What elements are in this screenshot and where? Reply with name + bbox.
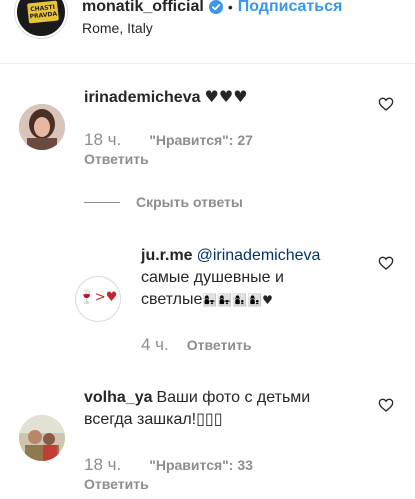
reply-button[interactable]: Ответить xyxy=(84,151,149,167)
comment-username[interactable]: volha_ya xyxy=(84,389,152,406)
comment-meta: 18 ч. "Нравится": 33 xyxy=(84,455,253,475)
comment-username[interactable]: ju.r.me xyxy=(141,247,193,264)
comment-text: irinademicheva ♥♥♥ xyxy=(84,86,248,109)
comment-emoji: 👩‍👧👩‍👧👩‍👦👩‍👦♥ xyxy=(202,293,273,307)
comment-line-3: светлые👩‍👧👩‍👧👩‍👦👩‍👦♥ xyxy=(141,289,371,311)
avatar-photo xyxy=(19,415,65,461)
comment-likes[interactable]: "Нравится": 27 xyxy=(149,132,253,148)
hide-replies-toggle[interactable]: Скрыть ответы xyxy=(84,192,243,212)
like-heart-icon[interactable] xyxy=(378,397,394,413)
profile-avatar[interactable]: CHASTI PRAVDA xyxy=(15,0,67,38)
like-heart-icon[interactable] xyxy=(378,255,394,271)
avatar-sign: CHASTI PRAVDA xyxy=(27,0,59,24)
avatar-sign-text: CHASTI PRAVDA xyxy=(29,3,58,21)
profile-username[interactable]: monatik_official xyxy=(82,0,204,16)
comment-line-1: ju.r.me @irinademicheva xyxy=(141,245,371,267)
reply-button[interactable]: Ответить xyxy=(187,337,252,353)
comment-likes[interactable]: "Нравится": 33 xyxy=(149,457,253,473)
comment-username[interactable]: irinademicheva xyxy=(84,89,201,106)
commenter-avatar[interactable] xyxy=(19,415,65,461)
comment-meta: 4 ч. Ответить xyxy=(141,335,251,355)
comment-meta: 18 ч. "Нравится": 27 xyxy=(84,130,253,150)
commenter-avatar[interactable] xyxy=(19,104,65,150)
hide-replies-label: Скрыть ответы xyxy=(136,194,243,210)
comment-time[interactable]: 18 ч. xyxy=(84,455,121,475)
comment-mention[interactable]: @irinademicheva xyxy=(197,247,321,264)
avatar-emoji: 🍷>♥ xyxy=(78,290,118,305)
comment-line-3-text: светлые xyxy=(141,291,203,308)
comment-body-1: Ваши фото с детьми xyxy=(156,389,311,406)
username-row: monatik_official • Подписаться xyxy=(82,0,342,18)
comment-line-2: самые душевные и xyxy=(141,269,284,286)
separator-dot: • xyxy=(227,0,233,15)
comment-line-2: всегда зашкал!▯▯▯ xyxy=(84,411,223,428)
hide-replies-line xyxy=(84,201,120,203)
comment-text: volha_ya Ваши фото с детьми всегда зашкал… xyxy=(84,387,369,431)
post-header: CHASTI PRAVDA monatik_official • Подписа… xyxy=(0,0,415,64)
reply-button[interactable]: Ответить xyxy=(84,476,149,492)
comment-text: ju.r.me @irinademicheva самые душевные и … xyxy=(141,245,371,311)
avatar-photo xyxy=(19,104,65,150)
post-location[interactable]: Rome, Italy xyxy=(82,20,153,36)
comment-time[interactable]: 18 ч. xyxy=(84,130,121,150)
like-heart-icon[interactable] xyxy=(378,96,394,112)
comment-body: ♥♥♥ xyxy=(204,87,248,106)
commenter-avatar[interactable]: 🍷>♥ xyxy=(75,276,121,322)
follow-button[interactable]: Подписаться xyxy=(238,0,343,16)
comment-line-1: volha_ya Ваши фото с детьми xyxy=(84,387,369,409)
comment-time[interactable]: 4 ч. xyxy=(141,335,169,355)
verified-badge-icon xyxy=(208,0,223,14)
